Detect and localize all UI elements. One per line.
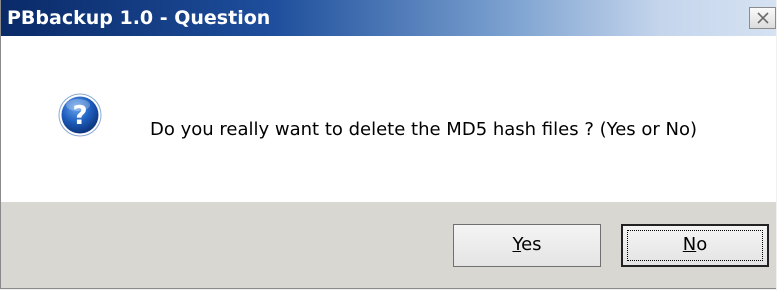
window-title: PBbackup 1.0 - Question <box>7 7 271 29</box>
dialog-message: Do you really want to delete the MD5 has… <box>150 119 698 140</box>
yes-button[interactable]: Yes <box>453 224 601 267</box>
yes-label-rest: es <box>521 234 542 255</box>
dialog-content: ? Do you really want to delete the MD5 h… <box>1 36 776 202</box>
no-mnemonic: N <box>682 234 697 255</box>
dialog-window: PBbackup 1.0 - Question ? Do you really … <box>0 0 776 289</box>
question-icon: ? <box>58 93 102 137</box>
close-icon <box>757 12 769 24</box>
title-bar[interactable]: PBbackup 1.0 - Question <box>1 0 776 36</box>
no-button[interactable]: No <box>621 224 769 267</box>
no-label-rest: o <box>696 234 708 255</box>
button-bar: Yes No <box>1 202 776 288</box>
yes-mnemonic: Y <box>512 234 522 255</box>
close-button[interactable] <box>749 7 776 29</box>
svg-text:?: ? <box>72 101 87 131</box>
